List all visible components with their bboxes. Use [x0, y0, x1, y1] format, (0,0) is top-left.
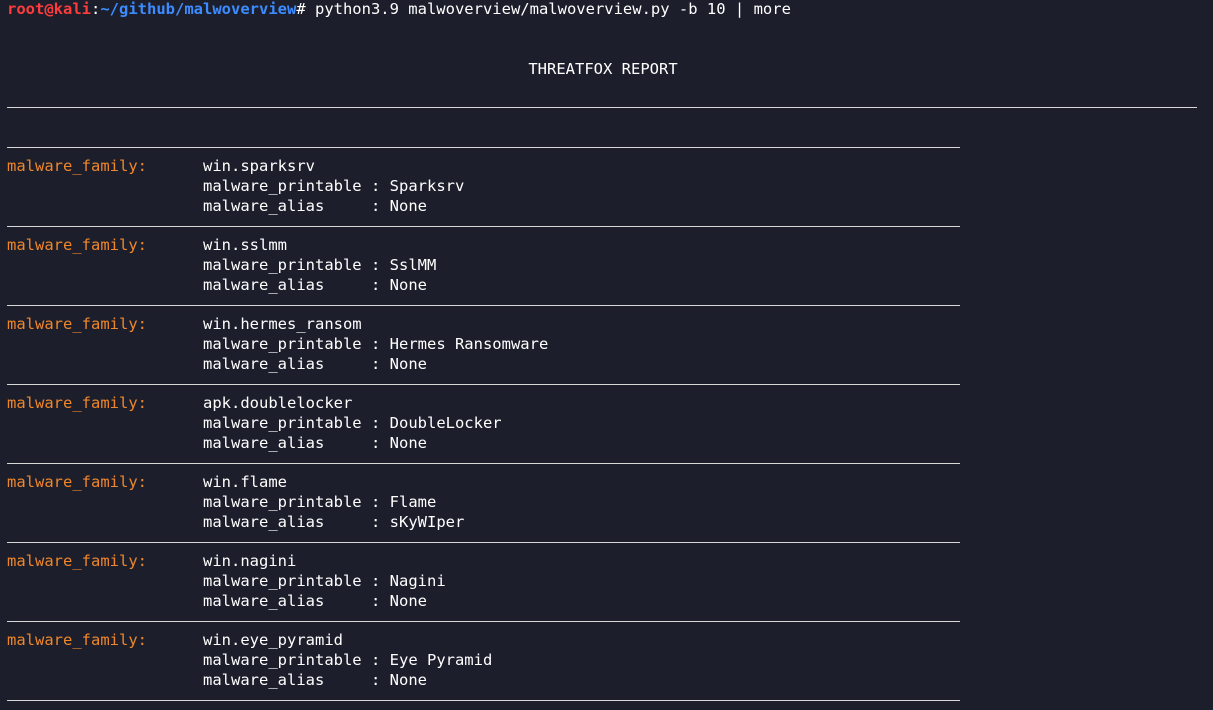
alias-label: malware_alias :: [203, 434, 381, 452]
alias-key: malware_alias : None: [203, 197, 427, 217]
alias-value: None: [389, 592, 427, 610]
printable-key: malware_printable : SslMM: [203, 256, 436, 276]
printable-label: malware_printable :: [203, 177, 381, 195]
printable-key: malware_printable : DoubleLocker: [203, 414, 502, 434]
printable-key: malware_printable : Sparksrv: [203, 177, 464, 197]
alias-label: malware_alias :: [203, 355, 381, 373]
entry-divider: [7, 542, 960, 543]
printable-label: malware_printable :: [203, 493, 381, 511]
family-value: win.sslmm: [203, 236, 287, 254]
family-row: malware_family: win.eye_pyramid: [7, 631, 343, 651]
family-key: malware_family:: [7, 394, 147, 412]
prompt-symbol: #: [296, 0, 315, 18]
printable-label: malware_printable :: [203, 256, 381, 274]
family-value: win.sparksrv: [203, 157, 315, 175]
printable-value: Nagini: [389, 572, 446, 590]
entry-divider: [7, 700, 960, 701]
alias-label: malware_alias :: [203, 592, 381, 610]
entry-divider: [7, 384, 960, 385]
printable-key: malware_printable : Flame: [203, 493, 436, 513]
alias-value: None: [389, 671, 427, 689]
printable-value: Hermes Ransomware: [389, 335, 549, 353]
family-value: win.hermes_ransom: [203, 315, 362, 333]
family-row: malware_family: win.flame: [7, 473, 287, 493]
alias-value: sKyWIper: [389, 513, 465, 531]
alias-label: malware_alias :: [203, 671, 381, 689]
family-key: malware_family:: [7, 315, 147, 333]
printable-value: SslMM: [389, 256, 437, 274]
printable-key: malware_printable : Nagini: [203, 572, 446, 592]
printable-label: malware_printable :: [203, 414, 381, 432]
title-divider: [7, 107, 1197, 108]
alias-value: None: [389, 276, 427, 294]
family-key: malware_family:: [7, 473, 147, 491]
printable-value: DoubleLocker: [389, 414, 502, 432]
entry-divider: [7, 463, 960, 464]
alias-value: None: [389, 197, 427, 215]
family-row: malware_family: win.sparksrv: [7, 157, 315, 177]
prompt-path: ~/github/malwoverview: [100, 0, 297, 18]
entries-top-divider: [7, 147, 960, 148]
entry-divider: [7, 226, 960, 227]
command-text: python3.9 malwoverview/malwoverview.py -…: [314, 0, 791, 18]
terminal-window[interactable]: root@kali:~/github/malwoverview# python3…: [0, 0, 1213, 710]
printable-key: malware_printable : Eye Pyramid: [203, 651, 492, 671]
family-value: win.flame: [203, 473, 287, 491]
family-value: win.eye_pyramid: [203, 631, 343, 649]
printable-value: Eye Pyramid: [389, 651, 493, 669]
printable-value: Flame: [389, 493, 437, 511]
family-row: malware_family: win.sslmm: [7, 236, 287, 256]
entry-divider: [7, 305, 960, 306]
alias-key: malware_alias : sKyWIper: [203, 513, 464, 533]
alias-key: malware_alias : None: [203, 355, 427, 375]
family-key: malware_family:: [7, 157, 147, 175]
command-prompt-line: root@kali:~/github/malwoverview# python3…: [7, 0, 791, 20]
printable-key: malware_printable : Hermes Ransomware: [203, 335, 548, 355]
alias-key: malware_alias : None: [203, 434, 427, 454]
alias-label: malware_alias :: [203, 513, 381, 531]
prompt-separator: :: [91, 0, 101, 18]
alias-value: None: [389, 355, 427, 373]
family-value: win.nagini: [203, 552, 297, 570]
printable-label: malware_printable :: [203, 572, 381, 590]
alias-key: malware_alias : None: [203, 276, 427, 296]
printable-label: malware_printable :: [203, 651, 381, 669]
family-row: malware_family: win.nagini: [7, 552, 296, 572]
family-row: malware_family: apk.doublelocker: [7, 394, 352, 414]
prompt-user: root@kali: [7, 0, 91, 18]
family-key: malware_family:: [7, 236, 147, 254]
family-row: malware_family: win.hermes_ransom: [7, 315, 362, 335]
alias-key: malware_alias : None: [203, 671, 427, 691]
printable-label: malware_printable :: [203, 335, 381, 353]
report-title: THREATFOX REPORT: [528, 60, 678, 78]
entry-divider: [7, 621, 960, 622]
family-key: malware_family:: [7, 552, 147, 570]
printable-value: Sparksrv: [389, 177, 465, 195]
alias-key: malware_alias : None: [203, 592, 427, 612]
family-value: apk.doublelocker: [203, 394, 353, 412]
alias-value: None: [389, 434, 427, 452]
alias-label: malware_alias :: [203, 197, 381, 215]
family-key: malware_family:: [7, 631, 147, 649]
alias-label: malware_alias :: [203, 276, 381, 294]
